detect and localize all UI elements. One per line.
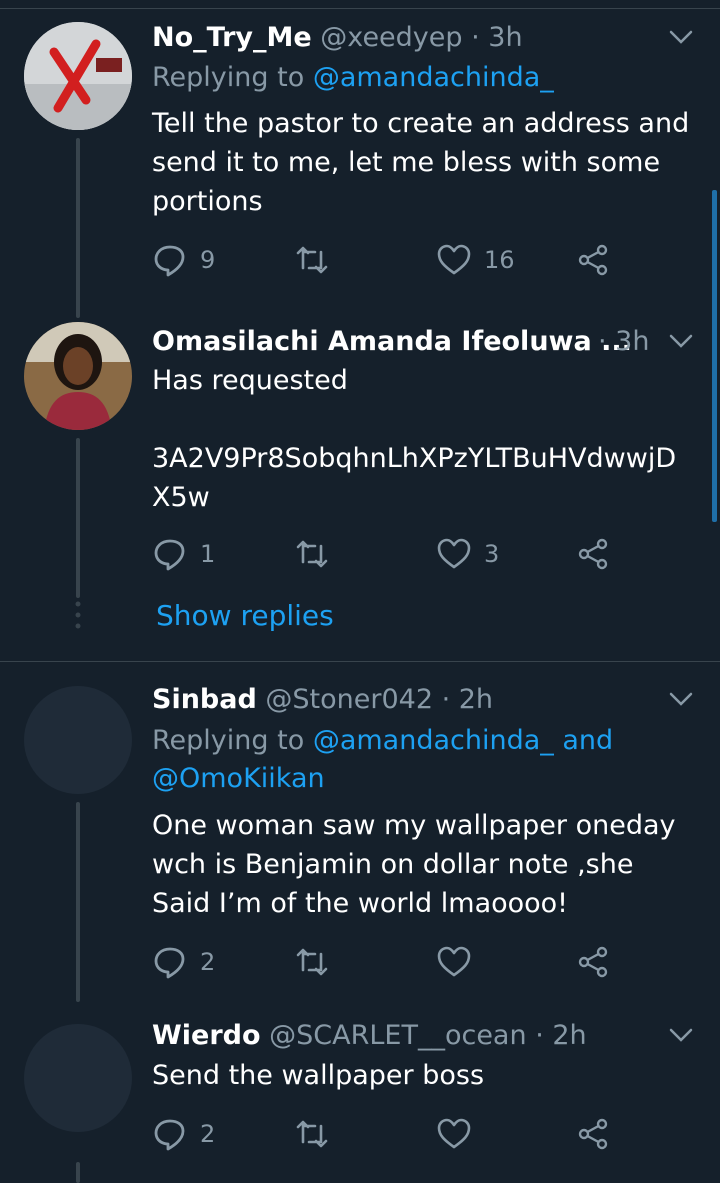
tweet-header: Wierdo @SCARLET__ocean · 2h — [152, 1018, 587, 1054]
chevron-down-icon[interactable] — [666, 1020, 696, 1050]
tweet[interactable]: Wierdo @SCARLET__ocean · 2h Send the wal… — [0, 1002, 720, 1183]
replying-to-link[interactable]: @amandachinda_ — [313, 62, 554, 93]
reply-icon — [154, 947, 185, 979]
share-button[interactable] — [576, 240, 612, 280]
timestamp[interactable]: · 3h — [598, 324, 649, 360]
avatar[interactable] — [24, 22, 132, 130]
thread-line — [76, 1162, 80, 1183]
avatar-logo-image — [24, 22, 132, 130]
share-button[interactable] — [576, 534, 612, 574]
thread-line — [76, 438, 80, 598]
tweet-text: One woman saw my wallpaper oneday wch is… — [152, 810, 676, 919]
tweet-actions: 1 3 — [152, 534, 622, 574]
reply-count: 2 — [200, 1120, 216, 1148]
tweet-actions: 2 — [152, 942, 622, 982]
share-button[interactable] — [576, 1114, 612, 1154]
handle[interactable]: @SCARLET__ocean — [269, 1020, 526, 1051]
retweet-button[interactable] — [294, 534, 342, 574]
like-icon — [437, 946, 471, 977]
display-name[interactable]: Sinbad — [152, 684, 257, 715]
tweet-header: Sinbad @Stoner042 · 2h — [152, 682, 493, 718]
retweet-icon — [296, 540, 328, 568]
tweet-actions: 9 16 — [152, 240, 622, 280]
reply-count: 2 — [200, 948, 216, 976]
tweet-text: Has requested 3A2V9Pr8SobqhnLhXPzYLTBuHV… — [152, 365, 677, 513]
reply-icon — [154, 245, 185, 277]
reply-button[interactable]: 2 — [152, 1114, 215, 1154]
display-name[interactable]: Wierdo — [152, 1020, 261, 1051]
reply-count: 1 — [200, 540, 216, 568]
timestamp[interactable]: · 2h — [535, 1020, 586, 1051]
chevron-down-icon[interactable] — [666, 22, 696, 52]
avatar[interactable] — [24, 686, 132, 794]
like-button[interactable] — [436, 942, 472, 982]
retweet-icon — [296, 1120, 328, 1148]
chevron-down-icon[interactable] — [666, 326, 696, 356]
more-dots-icon — [75, 601, 81, 629]
tweet-header: No_Try_Me @xeedyep · 3h — [152, 20, 523, 56]
chevron-down-icon[interactable] — [666, 684, 696, 714]
like-icon — [437, 538, 471, 569]
share-icon — [578, 946, 608, 978]
reply-button[interactable]: 9 — [152, 240, 215, 280]
thread-line — [76, 802, 80, 1002]
tweet-header: Omasilachi Amanda Ifeoluwa ... — [152, 324, 632, 360]
share-icon — [578, 538, 608, 570]
retweet-button[interactable] — [294, 942, 330, 982]
handle[interactable]: @xeedyep — [320, 22, 462, 53]
retweet-icon — [296, 246, 328, 274]
like-button[interactable] — [436, 1114, 472, 1154]
like-button[interactable]: 16 — [436, 240, 515, 280]
display-name[interactable]: No_Try_Me — [152, 22, 312, 53]
share-button[interactable] — [576, 942, 612, 982]
like-count: 16 — [484, 246, 515, 274]
reply-button[interactable]: 1 — [152, 534, 215, 574]
show-replies-link[interactable]: Show replies — [156, 598, 334, 634]
tweet[interactable]: No_Try_Me @xeedyep · 3h Replying to @ama… — [0, 0, 720, 320]
thread-line — [76, 138, 80, 318]
share-icon — [578, 244, 608, 276]
retweet-button[interactable] — [294, 240, 342, 280]
reply-icon — [154, 539, 185, 571]
like-icon — [437, 244, 471, 275]
replying-to: Replying to @amandachinda_ — [152, 62, 554, 93]
avatar[interactable] — [24, 1024, 132, 1132]
display-name[interactable]: Omasilachi Amanda Ifeoluwa ... — [152, 326, 632, 357]
handle[interactable]: @Stoner042 — [265, 684, 433, 715]
like-count: 3 — [484, 540, 500, 568]
like-button[interactable]: 3 — [436, 534, 499, 574]
tweet-text: Tell the pastor to create an address and… — [152, 108, 690, 217]
reply-button[interactable]: 2 — [152, 942, 215, 982]
retweet-icon — [296, 948, 328, 976]
share-icon — [578, 1118, 608, 1150]
timestamp[interactable]: · 2h — [442, 684, 493, 715]
replying-to: Replying to @amandachinda_ and @OmoKiika… — [152, 725, 614, 794]
avatar-photo — [24, 322, 132, 430]
timestamp[interactable]: · 3h — [471, 22, 522, 53]
tweet[interactable]: Omasilachi Amanda Ifeoluwa ... · 3h Has … — [0, 320, 720, 660]
like-icon — [437, 1118, 471, 1149]
tweet-actions: 2 — [152, 1114, 622, 1154]
retweet-button[interactable] — [294, 1114, 330, 1154]
tweet[interactable]: Sinbad @Stoner042 · 2h Replying to @aman… — [0, 662, 720, 1002]
reply-count: 9 — [200, 246, 216, 274]
reply-icon — [154, 1119, 185, 1151]
avatar[interactable] — [24, 322, 132, 430]
tweet-text: Send the wallpaper boss — [152, 1060, 485, 1091]
